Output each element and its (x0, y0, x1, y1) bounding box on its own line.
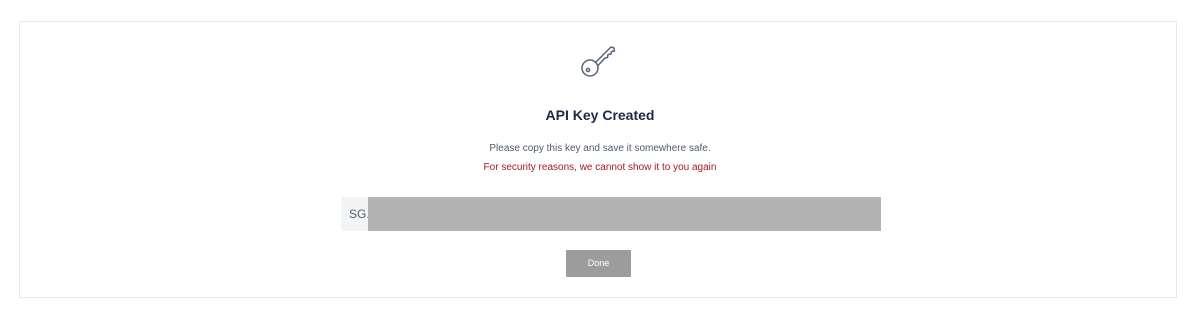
copy-instructions: Please copy this key and save it somewhe… (489, 143, 711, 154)
api-key-redacted-value (368, 197, 881, 231)
api-key-field[interactable]: SG. (341, 197, 881, 231)
api-key-prefix: SG. (349, 207, 370, 221)
security-warning: For security reasons, we cannot show it … (483, 162, 717, 173)
key-icon (581, 46, 616, 77)
done-button[interactable]: Done (566, 250, 631, 277)
dialog-title: API Key Created (545, 107, 655, 123)
